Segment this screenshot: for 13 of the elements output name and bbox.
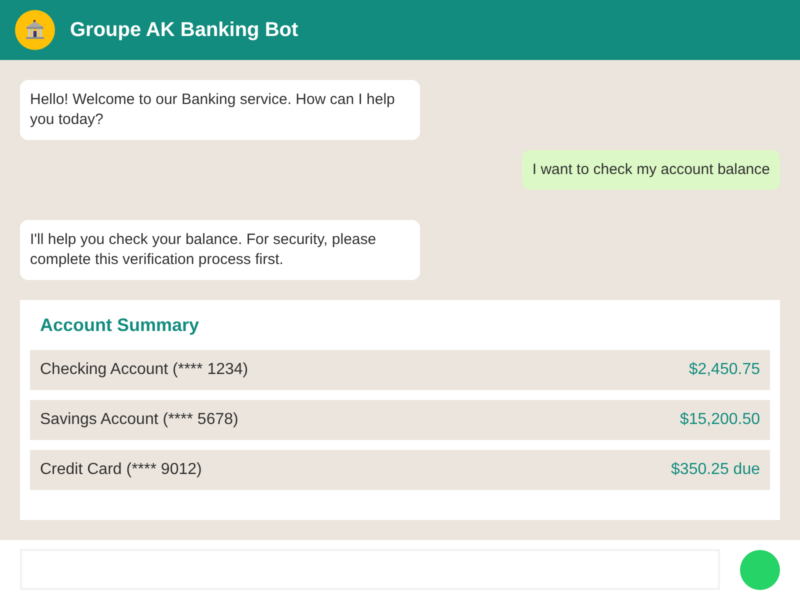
account-balance: $15,200.50 [680,411,760,429]
bot-message: Hello! Welcome to our Banking service. How can I help you today? [20,80,420,140]
account-name: Savings Account (**** 5678) [40,411,238,429]
bank-icon [15,10,55,50]
account-balance: $2,450.75 [688,361,760,379]
user-message: I want to check my account balance [522,150,780,190]
account-balance: $350.25 due [671,461,760,479]
account-name: Credit Card (**** 9012) [40,461,202,479]
chat-title: Groupe AK Banking Bot [70,18,298,42]
account-name: Checking Account (**** 1234) [40,361,248,379]
bot-message: I'll help you check your balance. For security, please complete this verification process first. [20,220,420,280]
send-button[interactable] [740,550,780,590]
summary-title: Account Summary [39,314,200,337]
